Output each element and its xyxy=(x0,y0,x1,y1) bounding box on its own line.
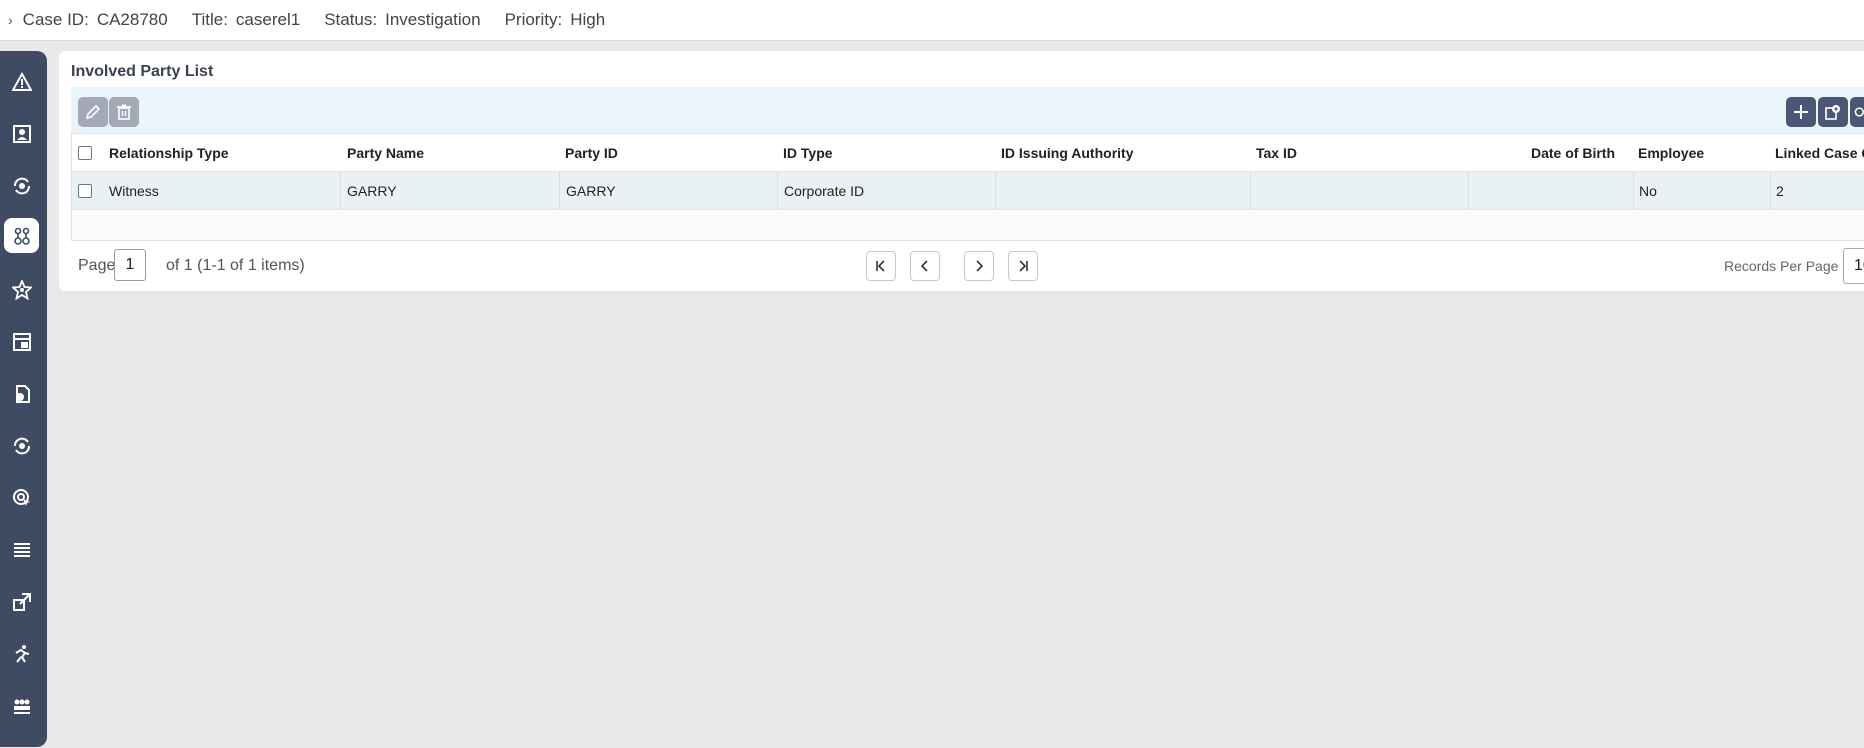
records-per-page-label: Records Per Page xyxy=(1724,258,1839,274)
alert-triangle-icon[interactable] xyxy=(4,64,39,99)
cell-id-issuing-authority xyxy=(995,172,1252,209)
involved-party-panel: Involved Party List Relationship Type Pa… xyxy=(59,51,1864,291)
gear-doc-icon xyxy=(1825,105,1840,120)
col-party-id[interactable]: Party ID xyxy=(565,134,618,171)
case-id-field: Case ID: CA28780 xyxy=(22,10,168,29)
add-button[interactable] xyxy=(1786,97,1816,127)
chevron-right-icon xyxy=(976,260,984,272)
table-empty-space xyxy=(72,210,1864,241)
first-page-button[interactable] xyxy=(866,251,896,281)
cell-party-name: GARRY xyxy=(340,172,397,209)
settings-button[interactable] xyxy=(1818,97,1848,127)
transaction-cycle-icon[interactable] xyxy=(4,428,39,463)
refresh-button[interactable] xyxy=(1850,97,1864,127)
profile-card-icon[interactable] xyxy=(4,116,39,151)
delete-button[interactable] xyxy=(109,97,139,127)
target-pointer-icon[interactable] xyxy=(4,480,39,515)
panel-title: Involved Party List xyxy=(71,63,214,80)
evidence-file-icon[interactable] xyxy=(4,376,39,411)
edit-button[interactable] xyxy=(78,97,108,127)
expand-chevron-icon[interactable]: › xyxy=(8,12,13,28)
case-status-value: Investigation xyxy=(385,10,481,29)
involved-parties-icon[interactable] xyxy=(4,218,39,253)
col-party-name[interactable]: Party Name xyxy=(347,134,424,171)
cell-party-id: GARRY xyxy=(559,172,616,209)
plus-icon xyxy=(1794,105,1808,119)
col-date-of-birth[interactable]: Date of Birth xyxy=(1531,134,1615,171)
col-id-type[interactable]: ID Type xyxy=(783,134,833,171)
cell-linked-case-count: 2 xyxy=(1770,172,1784,209)
audit-people-icon[interactable] xyxy=(4,688,39,723)
table-header: Relationship Type Party Name Party ID ID… xyxy=(72,134,1864,172)
select-all-checkbox[interactable] xyxy=(78,134,92,171)
next-page-button[interactable] xyxy=(964,251,994,281)
first-page-icon xyxy=(876,260,885,272)
cell-date-of-birth xyxy=(1468,172,1635,209)
table-row[interactable]: Witness GARRY GARRY Corporate ID No 2 xyxy=(72,172,1864,210)
left-nav-rail xyxy=(0,51,47,747)
records-per-page-select[interactable]: 10 xyxy=(1843,248,1864,284)
col-id-issuing-authority[interactable]: ID Issuing Authority xyxy=(1001,134,1133,171)
document-table-icon[interactable] xyxy=(4,324,39,359)
col-linked-case-count[interactable]: Linked Case Co xyxy=(1775,134,1864,171)
col-relationship-type[interactable]: Relationship Type xyxy=(109,134,229,171)
case-id-value: CA28780 xyxy=(96,10,168,29)
last-page-button[interactable] xyxy=(1008,251,1038,281)
case-header: › Case ID: CA28780 Title: caserel1 Status:… xyxy=(0,0,1864,41)
link-expand-icon[interactable] xyxy=(4,584,39,619)
prev-page-button[interactable] xyxy=(910,251,940,281)
cell-tax-id xyxy=(1250,172,1467,209)
case-title-field: Title: caserel1 xyxy=(191,10,301,29)
cell-id-type: Corporate ID xyxy=(777,172,864,209)
row-checkbox[interactable] xyxy=(78,172,92,209)
pencil-icon xyxy=(85,104,101,120)
col-tax-id[interactable]: Tax ID xyxy=(1256,134,1297,171)
money-cycle-icon[interactable] xyxy=(4,168,39,203)
case-priority-value: High xyxy=(570,10,606,29)
cell-relationship-type: Witness xyxy=(109,182,159,199)
case-status-field: Status: Investigation xyxy=(324,10,481,29)
cell-employee: No xyxy=(1633,172,1657,209)
gear-refresh-icon xyxy=(1854,107,1864,117)
case-title-value: caserel1 xyxy=(235,10,301,29)
pagination-bar: Page 1 of 1 (1-1 of 1 items) Records Per… xyxy=(71,247,1864,287)
col-employee[interactable]: Employee xyxy=(1638,134,1704,171)
page-number-input[interactable]: 1 xyxy=(114,249,146,281)
list-lines-icon[interactable] xyxy=(4,532,39,567)
page-label: Page xyxy=(78,257,116,274)
table-toolbar xyxy=(71,87,1864,134)
case-priority-field: Priority: High xyxy=(504,10,606,29)
network-star-icon[interactable] xyxy=(4,272,39,307)
involved-party-table: Relationship Type Party Name Party ID ID… xyxy=(71,134,1864,241)
chevron-left-icon xyxy=(920,260,928,272)
last-page-icon xyxy=(1019,260,1028,272)
runner-icon[interactable] xyxy=(4,636,39,671)
page-summary: of 1 (1-1 of 1 items) xyxy=(166,257,305,274)
trash-icon xyxy=(117,104,131,120)
